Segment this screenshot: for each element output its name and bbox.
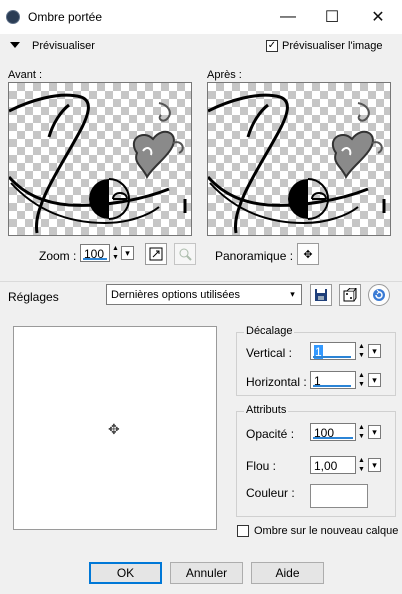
offset-group-title: Décalage xyxy=(244,325,295,337)
blur-dropdown-button[interactable]: ▾ xyxy=(368,458,381,472)
ok-button[interactable]: OK xyxy=(89,562,162,584)
preview-image-checkbox[interactable]: ✓ xyxy=(266,40,278,52)
chevron-down-icon: ▾ xyxy=(286,287,299,301)
preview-toggle-label[interactable]: Prévisualiser xyxy=(32,40,95,52)
crosshair-icon[interactable]: ✥ xyxy=(108,421,120,438)
blur-label: Flou : xyxy=(246,459,277,473)
horizontal-label: Horizontal : xyxy=(246,375,307,389)
attributes-group-title: Attributs xyxy=(244,404,289,416)
opacity-input[interactable]: 100 xyxy=(310,423,356,441)
down-arrow-icon: ▼ xyxy=(112,254,119,261)
new-layer-checkbox[interactable] xyxy=(237,525,249,537)
up-arrow-icon: ▲ xyxy=(358,372,365,379)
before-preview-artwork xyxy=(9,93,187,234)
pan-button[interactable]: ✥ xyxy=(297,243,319,265)
cancel-button[interactable]: Annuler xyxy=(170,562,243,584)
collapse-triangle-icon[interactable] xyxy=(10,42,20,48)
minimize-icon: — xyxy=(280,8,296,25)
vertical-input[interactable]: 1 xyxy=(310,342,356,360)
up-arrow-icon: ▲ xyxy=(358,424,365,431)
opacity-progress-bar xyxy=(313,437,353,439)
close-icon: ✕ xyxy=(371,9,385,26)
up-arrow-icon: ▲ xyxy=(112,245,119,252)
blur-stepper[interactable]: ▲ ▼ xyxy=(356,457,367,473)
save-preset-button[interactable] xyxy=(310,284,332,306)
zoom-progress-bar xyxy=(83,258,107,260)
reset-icon xyxy=(373,289,385,301)
blur-input[interactable]: 1,00 xyxy=(310,456,356,474)
chevron-down-icon: ▾ xyxy=(372,426,377,437)
help-button[interactable]: Aide xyxy=(251,562,324,584)
zoom-input[interactable]: 100 xyxy=(80,244,110,262)
random-preset-button[interactable] xyxy=(339,284,361,306)
up-arrow-icon: ▲ xyxy=(358,457,365,464)
vertical-dropdown-button[interactable]: ▾ xyxy=(368,344,381,358)
down-arrow-icon: ▼ xyxy=(358,381,365,388)
maximize-button[interactable]: ☐ xyxy=(310,2,354,32)
horizontal-progress-bar xyxy=(313,385,351,387)
chevron-down-icon: ▾ xyxy=(372,374,377,385)
vertical-progress-bar xyxy=(313,356,351,358)
chevron-down-icon: ▾ xyxy=(372,459,377,470)
horizontal-input[interactable]: 1 xyxy=(310,371,356,389)
horizontal-dropdown-button[interactable]: ▾ xyxy=(368,373,381,387)
pan-label: Panoramique : xyxy=(215,249,294,263)
window-title: Ombre portée xyxy=(28,10,103,24)
floppy-disk-icon xyxy=(315,289,327,301)
zoom-fit-button[interactable] xyxy=(145,243,167,265)
zoom-fit-icon xyxy=(149,247,163,261)
before-label: Avant : xyxy=(8,69,43,81)
vertical-label: Vertical : xyxy=(246,346,293,360)
minimize-button[interactable]: — xyxy=(266,2,310,32)
opacity-stepper[interactable]: ▲ ▼ xyxy=(356,424,367,440)
blur-value: 1,00 xyxy=(314,459,338,473)
chevron-down-icon: ▾ xyxy=(372,345,377,356)
opacity-dropdown-button[interactable]: ▾ xyxy=(368,425,381,439)
magnifier-icon xyxy=(179,248,192,261)
chevron-down-icon: ▾ xyxy=(125,247,130,258)
zoom-label: Zoom : xyxy=(39,249,77,263)
app-icon xyxy=(6,10,20,24)
before-preview xyxy=(8,82,192,236)
color-swatch[interactable] xyxy=(310,484,368,508)
vertical-stepper[interactable]: ▲ ▼ xyxy=(356,343,367,359)
down-arrow-icon: ▼ xyxy=(358,352,365,359)
preset-value: Dernières options utilisées xyxy=(111,289,241,301)
shadow-offset-canvas[interactable]: ✥ xyxy=(13,326,217,530)
settings-label: Réglages xyxy=(8,290,59,304)
after-preview-artwork xyxy=(208,93,386,234)
color-label: Couleur : xyxy=(246,486,295,500)
new-layer-label[interactable]: Ombre sur le nouveau calque xyxy=(254,525,398,537)
up-arrow-icon: ▲ xyxy=(358,343,365,350)
down-arrow-icon: ▼ xyxy=(358,466,365,473)
after-label: Après : xyxy=(207,69,242,81)
preset-dropdown[interactable]: Dernières options utilisées ▾ xyxy=(106,284,302,305)
opacity-label: Opacité : xyxy=(246,427,295,441)
down-arrow-icon: ▼ xyxy=(358,433,365,440)
zoom-actual-button[interactable] xyxy=(174,243,196,265)
separator xyxy=(0,281,402,282)
move-cross-icon: ✥ xyxy=(303,248,313,261)
preview-image-label[interactable]: Prévisualiser l'image xyxy=(282,40,383,52)
dice-icon xyxy=(343,288,357,302)
reset-button[interactable] xyxy=(368,284,390,306)
close-button[interactable]: ✕ xyxy=(356,2,400,32)
zoom-dropdown-button[interactable]: ▾ xyxy=(121,246,134,260)
horizontal-stepper[interactable]: ▲ ▼ xyxy=(356,372,367,388)
checkmark-icon: ✓ xyxy=(267,40,277,51)
zoom-stepper[interactable]: ▲ ▼ xyxy=(110,245,121,261)
after-preview xyxy=(207,82,391,236)
maximize-icon: ☐ xyxy=(324,9,340,26)
